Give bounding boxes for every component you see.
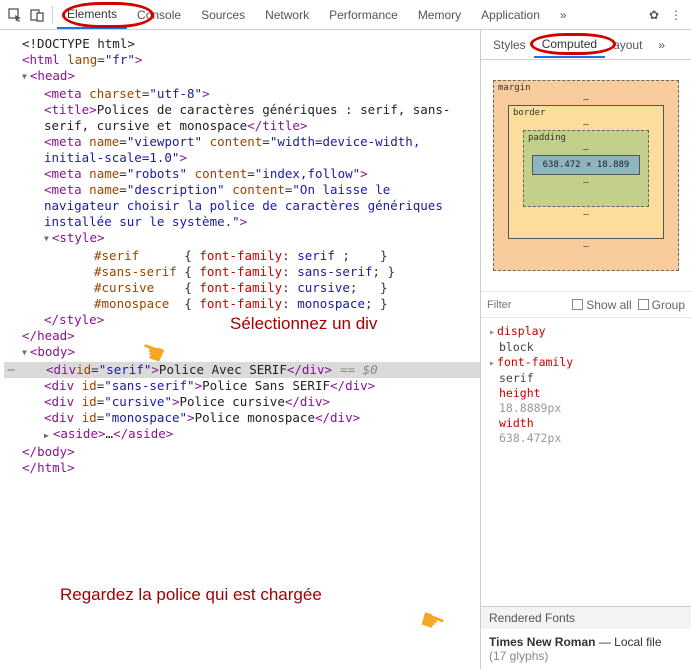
prop-font-family[interactable]: font-family <box>489 355 683 371</box>
device-toggle-button[interactable] <box>26 4 48 26</box>
styles-tab-layout[interactable]: ayout <box>605 33 650 57</box>
inspect-button[interactable] <box>4 4 26 26</box>
content: <!DOCTYPE html> <html lang="fr"> <head> … <box>0 30 691 669</box>
computed-filters: Show all Group <box>481 292 691 318</box>
divider <box>52 6 53 24</box>
tab-network[interactable]: Network <box>255 2 319 28</box>
box-model: margin– border– padding– 638.472 × 18.88… <box>481 60 691 292</box>
styles-tab-more[interactable]: » <box>650 33 673 57</box>
filter-input[interactable] <box>487 299 537 311</box>
tab-application[interactable]: Application <box>471 2 550 28</box>
devtools-topbar: Elements Console Sources Network Perform… <box>0 0 691 30</box>
selected-dom-node[interactable]: ⋯ <div id="serif">Police Avec SERIF</div… <box>4 362 480 378</box>
annotation-select-div: Sélectionnez un div <box>230 314 377 334</box>
doctype: <!DOCTYPE html> <box>22 36 135 51</box>
tab-elements[interactable]: Elements <box>57 1 127 29</box>
computed-properties: display block font-family serif height 1… <box>481 318 691 452</box>
tab-console[interactable]: Console <box>127 2 191 28</box>
styles-tab-computed[interactable]: Computed <box>534 32 605 58</box>
tab-sources[interactable]: Sources <box>191 2 255 28</box>
tab-more[interactable]: » <box>550 2 577 28</box>
show-all-checkbox[interactable]: Show all <box>572 298 631 312</box>
prop-width: width <box>499 416 534 430</box>
prop-display[interactable]: display <box>489 324 683 340</box>
settings-icon[interactable]: ✿ <box>643 4 665 26</box>
styles-sidebar: Styles Computed ayout » margin– border– … <box>481 30 691 669</box>
annotation-look-font: Regardez la police qui est chargée <box>60 585 322 605</box>
styles-tab-styles[interactable]: Styles <box>485 33 534 57</box>
tab-memory[interactable]: Memory <box>408 2 471 28</box>
prop-height: height <box>499 386 541 400</box>
rendered-fonts-header[interactable]: Rendered Fonts <box>481 606 691 629</box>
hand-pointer-icon: ☛ <box>415 602 450 642</box>
group-checkbox[interactable]: Group <box>638 298 685 312</box>
rendered-fonts-body: Times New Roman — Local file (17 glyphs) <box>481 629 691 669</box>
dom-tree: <!DOCTYPE html> <html lang="fr"> <head> … <box>0 30 480 482</box>
kebab-icon[interactable]: ⋮ <box>665 4 687 26</box>
more-dots[interactable]: ⋯ <box>4 362 18 378</box>
selected-suffix: == $0 <box>340 362 378 378</box>
elements-panel[interactable]: <!DOCTYPE html> <html lang="fr"> <head> … <box>0 30 481 669</box>
tab-performance[interactable]: Performance <box>319 2 408 28</box>
styles-tabbar: Styles Computed ayout » <box>481 30 691 60</box>
box-model-content: 638.472 × 18.889 <box>532 155 640 175</box>
